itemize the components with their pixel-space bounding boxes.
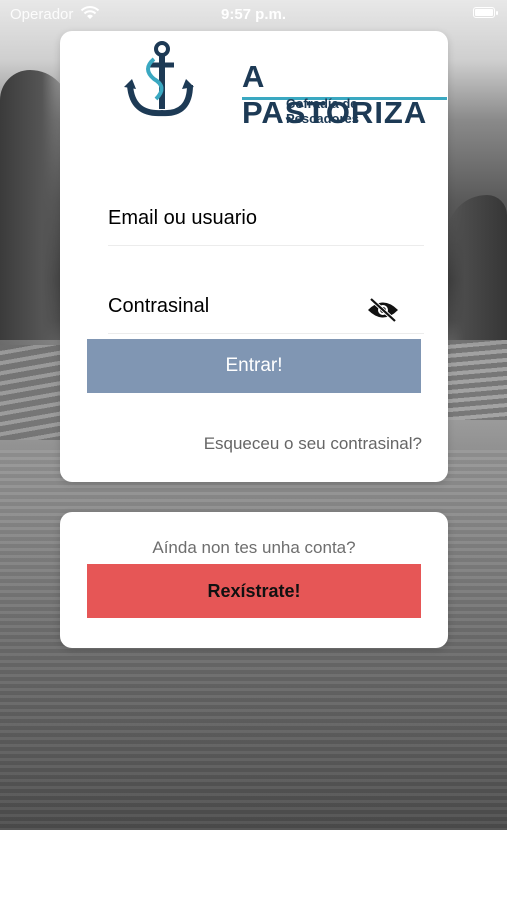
anchor-icon	[124, 41, 194, 117]
password-input[interactable]	[108, 295, 358, 318]
register-prompt: Aínda non tes unha conta?	[152, 538, 356, 557]
login-button[interactable]: Entrar!	[87, 339, 421, 393]
register-button[interactable]: Rexístrate!	[87, 564, 421, 618]
background-shore-right	[447, 340, 507, 420]
logo: A PASTORIZA Cofradía de Pescadores	[124, 39, 447, 130]
eye-slash-icon[interactable]	[366, 297, 400, 323]
background-trees-right	[447, 195, 507, 345]
register-card: Aínda non tes unha conta? Rexístrate!	[60, 512, 448, 648]
login-card: A PASTORIZA Cofradía de Pescadores Entra…	[60, 31, 448, 482]
email-field	[108, 199, 424, 246]
forgot-password-link[interactable]: Esqueceu o seu contrasinal?	[204, 434, 422, 454]
logo-subtitle: Cofradía de Pescadores	[286, 96, 359, 126]
battery-icon	[473, 7, 498, 18]
status-bar: Operador 9:57 p.m.	[0, 0, 507, 28]
email-input[interactable]	[108, 207, 358, 230]
password-field	[108, 287, 424, 334]
status-time: 9:57 p.m.	[220, 6, 287, 23]
